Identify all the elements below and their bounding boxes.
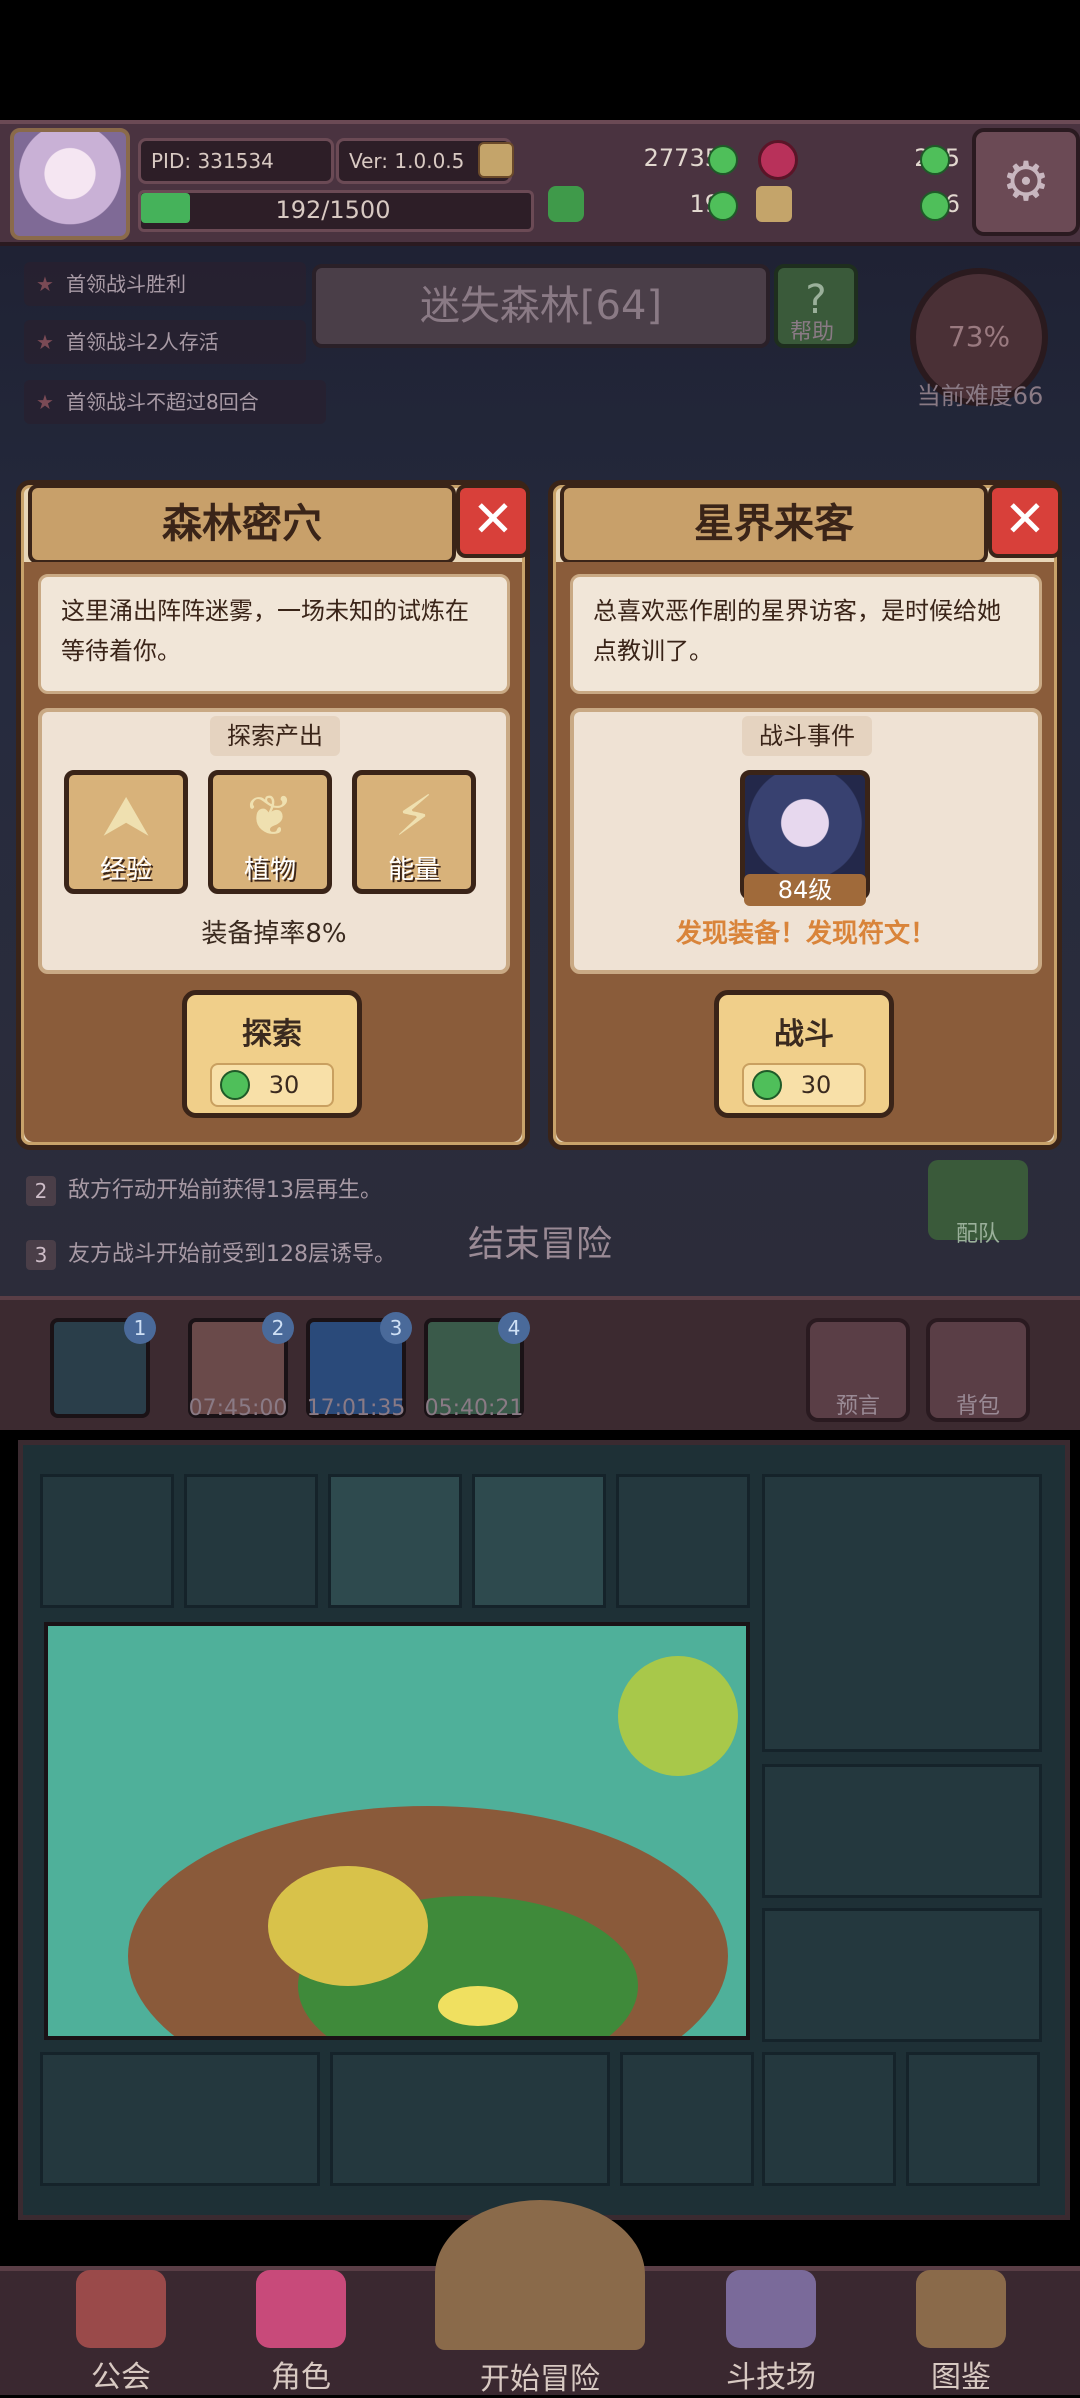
quest-item: 首领战斗不超过8回合: [24, 380, 326, 424]
yield-plant: ❦ 植物: [208, 770, 332, 894]
prophecy-button[interactable]: 预言: [806, 1318, 910, 1422]
map-tile[interactable]: [620, 2052, 754, 2186]
rule-text: 友方战斗开始前受到128层诱导。: [68, 1242, 396, 1267]
magnifier-icon: [435, 2200, 645, 2350]
stage-number: 4: [498, 1312, 530, 1344]
map-tile[interactable]: [616, 1474, 750, 1608]
card-title: 星界来客: [560, 484, 988, 564]
quest-item: 首领战斗2人存活: [24, 320, 306, 364]
close-button[interactable]: ✕: [988, 484, 1062, 558]
nav-start-adventure[interactable]: 开始冒险: [410, 2200, 670, 2397]
map-tile[interactable]: [762, 2052, 896, 2186]
reward-text: 发现装备！发现符文！: [675, 919, 936, 949]
fight-label: 战斗: [774, 1017, 834, 1052]
nav-label: 图鉴: [931, 2360, 991, 2395]
yield-label: 能量: [387, 855, 440, 885]
map-tile[interactable]: [906, 2052, 1040, 2186]
cost-value: 30: [800, 1071, 832, 1099]
stage-timer: 05:40:21: [424, 1396, 524, 1421]
map-tile[interactable]: [762, 1908, 1042, 2042]
stage-slot[interactable]: 1: [50, 1312, 156, 1418]
nav-label: 斗技场: [726, 2360, 816, 2395]
stage-number: 2: [262, 1312, 294, 1344]
nav-label: 开始冒险: [480, 2362, 600, 2397]
rule-item: 3 友方战斗开始前受到128层诱导。: [18, 1232, 488, 1278]
map-tile[interactable]: [40, 1474, 174, 1608]
stage-bar: [0, 1296, 1080, 1430]
map-tile[interactable]: [330, 2052, 610, 2186]
nav-arena[interactable]: 斗技场: [686, 2270, 856, 2395]
close-icon: ✕: [1004, 490, 1046, 548]
nav-label: 公会: [91, 2360, 151, 2395]
zone-title: 迷失森林[64]: [312, 264, 770, 348]
gem-icon: [752, 1070, 782, 1100]
nav-codex[interactable]: 图鉴: [876, 2270, 1046, 2395]
lightning-icon: ⚡: [394, 784, 434, 849]
forest-cave-scene[interactable]: [44, 1622, 750, 2040]
player-id: PID: 331534: [138, 138, 334, 184]
panel-title: 战斗事件: [742, 716, 872, 756]
card-description: 这里涌出阵阵迷雾，一场未知的试炼在等待着你。: [38, 574, 510, 694]
coin-icon: [478, 142, 514, 178]
add-clover-icon[interactable]: [708, 191, 738, 221]
card-description: 总喜欢恶作剧的星界访客，是时候给她点教训了。: [570, 574, 1042, 694]
gear-icon: ⚙: [1001, 150, 1051, 213]
rule-number: 3: [26, 1240, 56, 1270]
xp-text: 192/1500: [275, 196, 391, 224]
card-title: 森林密穴: [28, 484, 456, 564]
yield-label: 植物: [243, 855, 296, 885]
close-icon: ✕: [472, 490, 514, 548]
bag-button[interactable]: 背包: [926, 1318, 1030, 1422]
difficulty-label: 当前难度66: [916, 382, 1044, 410]
rule-number: 2: [26, 1176, 56, 1206]
drop-rate: 装备掉率8%: [201, 919, 347, 949]
stage-number: 1: [124, 1312, 156, 1344]
cost-value: 30: [268, 1071, 300, 1099]
team-button[interactable]: 配队: [928, 1160, 1028, 1247]
nav-guild[interactable]: 公会: [36, 2270, 206, 2395]
explore-label: 探索: [242, 1017, 302, 1052]
cave-illustration: [128, 1656, 738, 2036]
stage-timer: 17:01:35: [306, 1396, 406, 1421]
add-ruby-icon[interactable]: [920, 145, 950, 175]
add-key-icon[interactable]: [920, 191, 950, 221]
map-tile[interactable]: [762, 1764, 1042, 1898]
key-count: 6: [944, 190, 960, 218]
yield-energy: ⚡ 能量: [352, 770, 476, 894]
end-adventure-button[interactable]: 结束冒险: [460, 1170, 620, 1265]
yield-exp: ⮝ 经验: [64, 770, 188, 894]
exp-up-icon: ⮝: [102, 784, 150, 849]
boss-level: 84级: [744, 874, 866, 906]
stage-number: 3: [380, 1312, 412, 1344]
explore-button[interactable]: 探索 30: [182, 990, 362, 1118]
map-tile[interactable]: [40, 2052, 320, 2186]
close-button[interactable]: ✕: [456, 484, 530, 558]
yield-label: 经验: [99, 855, 152, 885]
stage-timer: 07:45:00: [188, 1396, 288, 1421]
leaf-icon: ❦: [246, 784, 294, 849]
guild-icon: [76, 2270, 166, 2348]
map-tile-cauldron[interactable]: [472, 1474, 606, 1608]
ruby-count: 225: [760, 138, 1000, 178]
settings-button[interactable]: ⚙: [972, 128, 1080, 236]
cost-pill: 30: [742, 1063, 866, 1107]
gem-icon: [220, 1070, 250, 1100]
character-icon: [256, 2270, 346, 2348]
quest-item: 首领战斗胜利: [24, 262, 306, 306]
nav-label: 角色: [271, 2360, 331, 2395]
player-avatar[interactable]: [10, 128, 130, 240]
book-icon: [916, 2270, 1006, 2348]
map-tile[interactable]: [762, 1474, 1042, 1752]
rule-text: 敌方行动开始前获得13层再生。: [68, 1178, 382, 1203]
help-label: 帮助: [789, 320, 834, 345]
crossed-swords-icon: [726, 2270, 816, 2348]
rule-item: 2 敌方行动开始前获得13层再生。: [18, 1168, 488, 1214]
map-tile[interactable]: [184, 1474, 318, 1608]
nav-character[interactable]: 角色: [216, 2270, 386, 2395]
fight-button[interactable]: 战斗 30: [714, 990, 894, 1118]
map-tile-chest[interactable]: [328, 1474, 462, 1608]
panel-title: 探索产出: [210, 716, 340, 756]
add-gold-icon[interactable]: [708, 145, 738, 175]
cost-pill: 30: [210, 1063, 334, 1107]
